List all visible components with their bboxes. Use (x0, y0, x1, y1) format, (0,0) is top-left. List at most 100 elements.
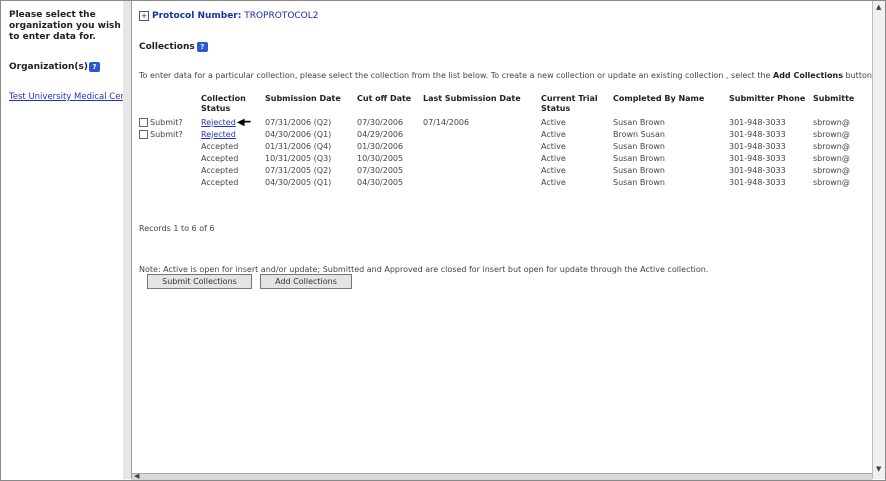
trial-status-cell: Active (541, 129, 566, 139)
header-submitter-email: Submitte (813, 94, 855, 103)
collections-title-text: Collections (139, 42, 195, 52)
instructions: To enter data for a particular collectio… (139, 71, 872, 80)
submission-date-cell: 04/30/2005 (Q1) (265, 177, 332, 187)
submission-date-cell: 04/30/2006 (Q1) (265, 129, 332, 139)
header-submit (139, 94, 201, 116)
last-submission-cell: 07/14/2006 (423, 117, 470, 127)
status-link[interactable]: Rejected (201, 130, 236, 139)
vertical-scrollbar[interactable]: ▲ ▼ (872, 1, 885, 479)
header-collection-status: Collection Status (201, 94, 246, 113)
header-trial-status: Current Trial Status (541, 94, 598, 113)
expand-icon[interactable]: + (139, 11, 149, 21)
cutoff-date-cell: 04/30/2005 (357, 177, 404, 187)
last-submission-cell (423, 164, 541, 176)
phone-cell: 301-948-3033 (729, 165, 786, 175)
submit-cell: Submit? (139, 128, 201, 140)
completed-by-cell: Susan Brown (613, 141, 665, 151)
cutoff-date-cell: 01/30/2006 (357, 141, 404, 151)
organizations-label-text: Organization(s) (9, 62, 88, 72)
header-submitter-phone: Submitter Phone (729, 94, 806, 103)
last-submission-cell (423, 140, 541, 152)
submission-date-cell: 07/31/2005 (Q2) (265, 165, 332, 175)
last-submission-cell (423, 152, 541, 164)
add-collections-button[interactable]: Add Collections (260, 274, 352, 289)
submit-label: Submit? (150, 117, 183, 127)
cutoff-date-cell: 07/30/2005 (357, 165, 404, 175)
completed-by-cell: Brown Susan (613, 129, 665, 139)
completed-by-cell: Susan Brown (613, 153, 665, 163)
table-header-row: Collection Status Submission Date Cut of… (139, 94, 858, 116)
status-link[interactable]: Rejected (201, 118, 236, 127)
header-cutoff-date: Cut off Date (357, 94, 412, 103)
last-submission-cell (423, 128, 541, 140)
phone-cell: 301-948-3033 (729, 141, 786, 151)
table-row: Submit? Rejected 04/30/2006 (Q1) 04/29/2… (139, 128, 858, 140)
arrow-left-icon: ◀━ (236, 116, 251, 128)
phone-cell: 301-948-3033 (729, 153, 786, 163)
submit-collections-button[interactable]: Submit Collections (147, 274, 252, 289)
phone-cell: 301-948-3033 (729, 129, 786, 139)
organization-link[interactable]: Test University Medical Cent (9, 92, 125, 102)
email-cell: sbrown@ (813, 117, 850, 127)
cutoff-date-cell: 07/30/2006 (357, 117, 404, 127)
status-note: Note: Active is open for insert and/or u… (139, 265, 709, 274)
collections-title: Collections? (139, 42, 208, 52)
header-last-submission-date: Last Submission Date (423, 94, 521, 103)
completed-by-cell: Susan Brown (613, 165, 665, 175)
submit-cell (139, 140, 201, 152)
submit-cell (139, 152, 201, 164)
cutoff-date-cell: 10/30/2005 (357, 153, 404, 163)
protocol-label: Protocol Number: (152, 11, 242, 21)
cutoff-date-cell: 04/29/2006 (357, 129, 404, 139)
instructions-bold: Add Collections (773, 71, 843, 80)
status-cell: Accepted (201, 141, 239, 151)
trial-status-cell: Active (541, 141, 566, 151)
panel-divider (123, 1, 132, 479)
left-panel: Please select the organization you wish … (1, 1, 125, 479)
help-icon[interactable]: ? (196, 42, 208, 52)
status-cell: Rejected (201, 128, 265, 140)
instructions-text: To enter data for a particular collectio… (139, 71, 771, 80)
table-row: Submit? Rejected◀━ 07/31/2006 (Q2) 07/30… (139, 116, 858, 128)
scroll-left-icon[interactable]: ◀ (134, 472, 139, 480)
table-row: Accepted 04/30/2005 (Q1) 04/30/2005 Acti… (139, 176, 858, 188)
records-count: Records 1 to 6 of 6 (139, 224, 215, 233)
email-cell: sbrown@ (813, 165, 850, 175)
help-icon[interactable]: ? (88, 62, 100, 72)
completed-by-cell: Susan Brown (613, 117, 665, 127)
submission-date-cell: 10/31/2005 (Q3) (265, 153, 332, 163)
organizations-label: Organization(s)? (9, 62, 100, 72)
collections-table: Collection Status Submission Date Cut of… (139, 94, 858, 188)
horizontal-scrollbar[interactable]: ◀ (132, 472, 872, 480)
table-row: Accepted 01/31/2006 (Q4) 01/30/2006 Acti… (139, 140, 858, 152)
org-prompt: Please select the organization you wish … (9, 10, 121, 42)
instructions-tail: button (845, 71, 872, 80)
trial-status-cell: Active (541, 153, 566, 163)
trial-status-cell: Active (541, 165, 566, 175)
email-cell: sbrown@ (813, 177, 850, 187)
scroll-down-icon[interactable]: ▼ (876, 465, 881, 473)
status-cell: Accepted (201, 165, 239, 175)
phone-cell: 301-948-3033 (729, 117, 786, 127)
table-row: Accepted 07/31/2005 (Q2) 07/30/2005 Acti… (139, 164, 858, 176)
submission-date-cell: 01/31/2006 (Q4) (265, 141, 332, 151)
phone-cell: 301-948-3033 (729, 177, 786, 187)
submission-date-cell: 07/31/2006 (Q2) (265, 117, 332, 127)
trial-status-cell: Active (541, 117, 566, 127)
status-cell: Accepted (201, 153, 239, 163)
protocol-number: TROPROTOCOL2 (244, 11, 319, 21)
header-completed-by: Completed By Name (613, 94, 705, 103)
email-cell: sbrown@ (813, 141, 850, 151)
submit-label: Submit? (150, 129, 183, 139)
last-submission-cell (423, 176, 541, 188)
scroll-up-icon[interactable]: ▲ (876, 3, 881, 11)
header-submission-date: Submission Date (265, 94, 341, 103)
submit-cell: Submit? (139, 116, 201, 128)
submit-checkbox[interactable] (139, 117, 148, 127)
completed-by-cell: Susan Brown (613, 177, 665, 187)
status-cell: Rejected◀━ (201, 116, 265, 128)
submit-cell (139, 164, 201, 176)
status-cell: Accepted (201, 177, 239, 187)
protocol-header: + Protocol Number: TROPROTOCOL2 (139, 11, 319, 21)
submit-checkbox[interactable] (139, 129, 148, 139)
